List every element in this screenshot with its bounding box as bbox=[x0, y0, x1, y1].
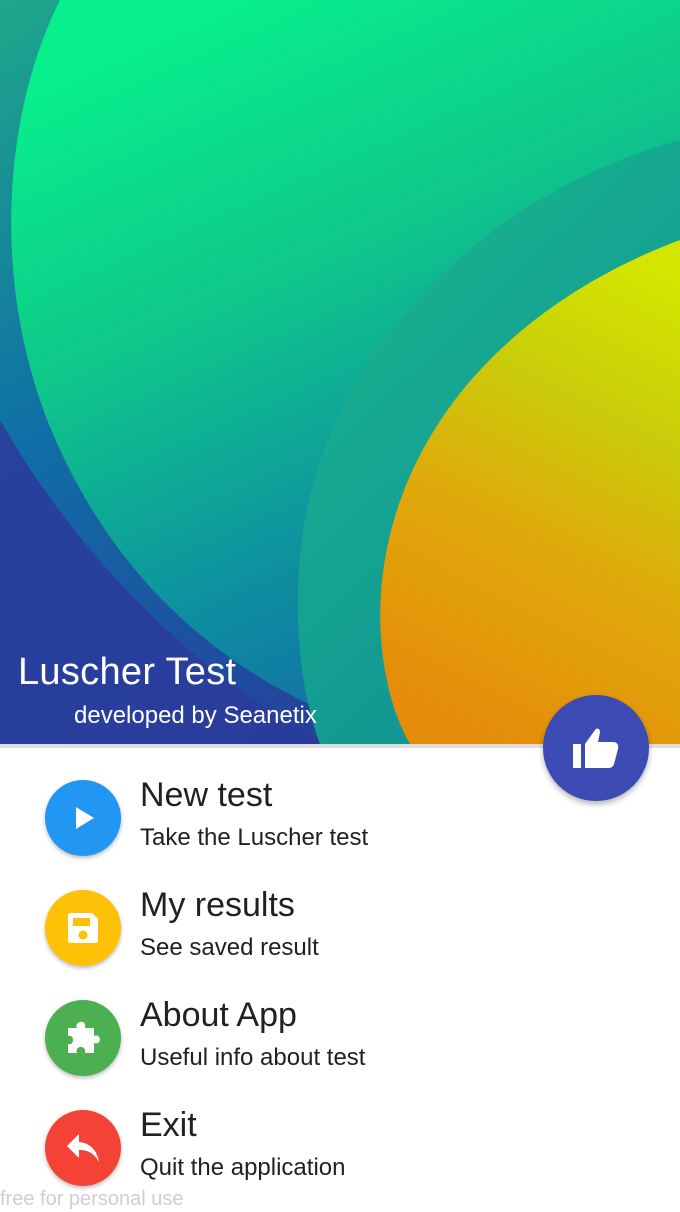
menu-item-subtitle: Useful info about test bbox=[140, 1044, 366, 1071]
menu-item-title: New test bbox=[140, 776, 273, 814]
header-background: Luscher Test developed by Seanetix bbox=[0, 0, 680, 744]
app-title: Luscher Test bbox=[18, 651, 237, 693]
reply-icon bbox=[67, 1134, 99, 1162]
menu-item-subtitle: See saved result bbox=[140, 934, 319, 961]
watermark-text: free for personal use bbox=[0, 1188, 184, 1210]
puzzle-icon bbox=[68, 1021, 100, 1053]
menu-item-title: Exit bbox=[140, 1106, 197, 1144]
abstract-wallpaper bbox=[0, 0, 680, 744]
new-test-icon-badge bbox=[45, 780, 121, 856]
app-subtitle: developed by Seanetix bbox=[74, 702, 317, 729]
my-results-icon-badge bbox=[45, 890, 121, 966]
save-icon bbox=[68, 913, 98, 943]
menu-item-my-results[interactable]: My results See saved result bbox=[0, 886, 680, 990]
menu-item-about-app[interactable]: About App Useful info about test bbox=[0, 996, 680, 1100]
about-app-icon-badge bbox=[45, 1000, 121, 1076]
menu-item-new-test[interactable]: New test Take the Luscher test bbox=[0, 776, 680, 880]
play-icon bbox=[76, 807, 94, 829]
menu-item-subtitle: Take the Luscher test bbox=[140, 824, 369, 851]
menu-item-title: About App bbox=[140, 996, 297, 1034]
thumbs-up-icon bbox=[573, 728, 619, 768]
menu-item-title: My results bbox=[140, 886, 295, 924]
menu-item-subtitle: Quit the application bbox=[140, 1154, 346, 1181]
exit-icon-badge bbox=[45, 1110, 121, 1186]
